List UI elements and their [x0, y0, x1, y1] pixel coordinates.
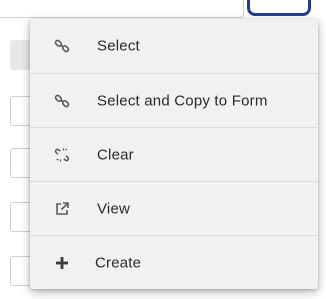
menu-item-label: Clear	[97, 146, 134, 163]
background-button[interactable]	[247, 0, 311, 16]
menu-item-label: View	[97, 200, 131, 217]
plus-icon	[52, 253, 72, 273]
menu-item-label: Select and Copy to Form	[97, 92, 268, 109]
menu-item-select-and-copy[interactable]: Select and Copy to Form	[30, 73, 318, 127]
menu-item-select[interactable]: Select	[30, 19, 318, 73]
menu-item-label: Create	[95, 254, 142, 271]
link-icon	[52, 91, 72, 111]
context-menu: Select Select and Copy to Form Clear Vie…	[30, 19, 318, 289]
unlink-icon	[52, 145, 72, 165]
external-link-icon	[52, 199, 72, 219]
background-input[interactable]	[0, 0, 244, 18]
link-icon	[52, 36, 72, 56]
menu-item-create[interactable]: Create	[30, 235, 318, 289]
menu-item-clear[interactable]: Clear	[30, 127, 318, 181]
menu-item-view[interactable]: View	[30, 181, 318, 235]
menu-item-label: Select	[97, 37, 140, 55]
